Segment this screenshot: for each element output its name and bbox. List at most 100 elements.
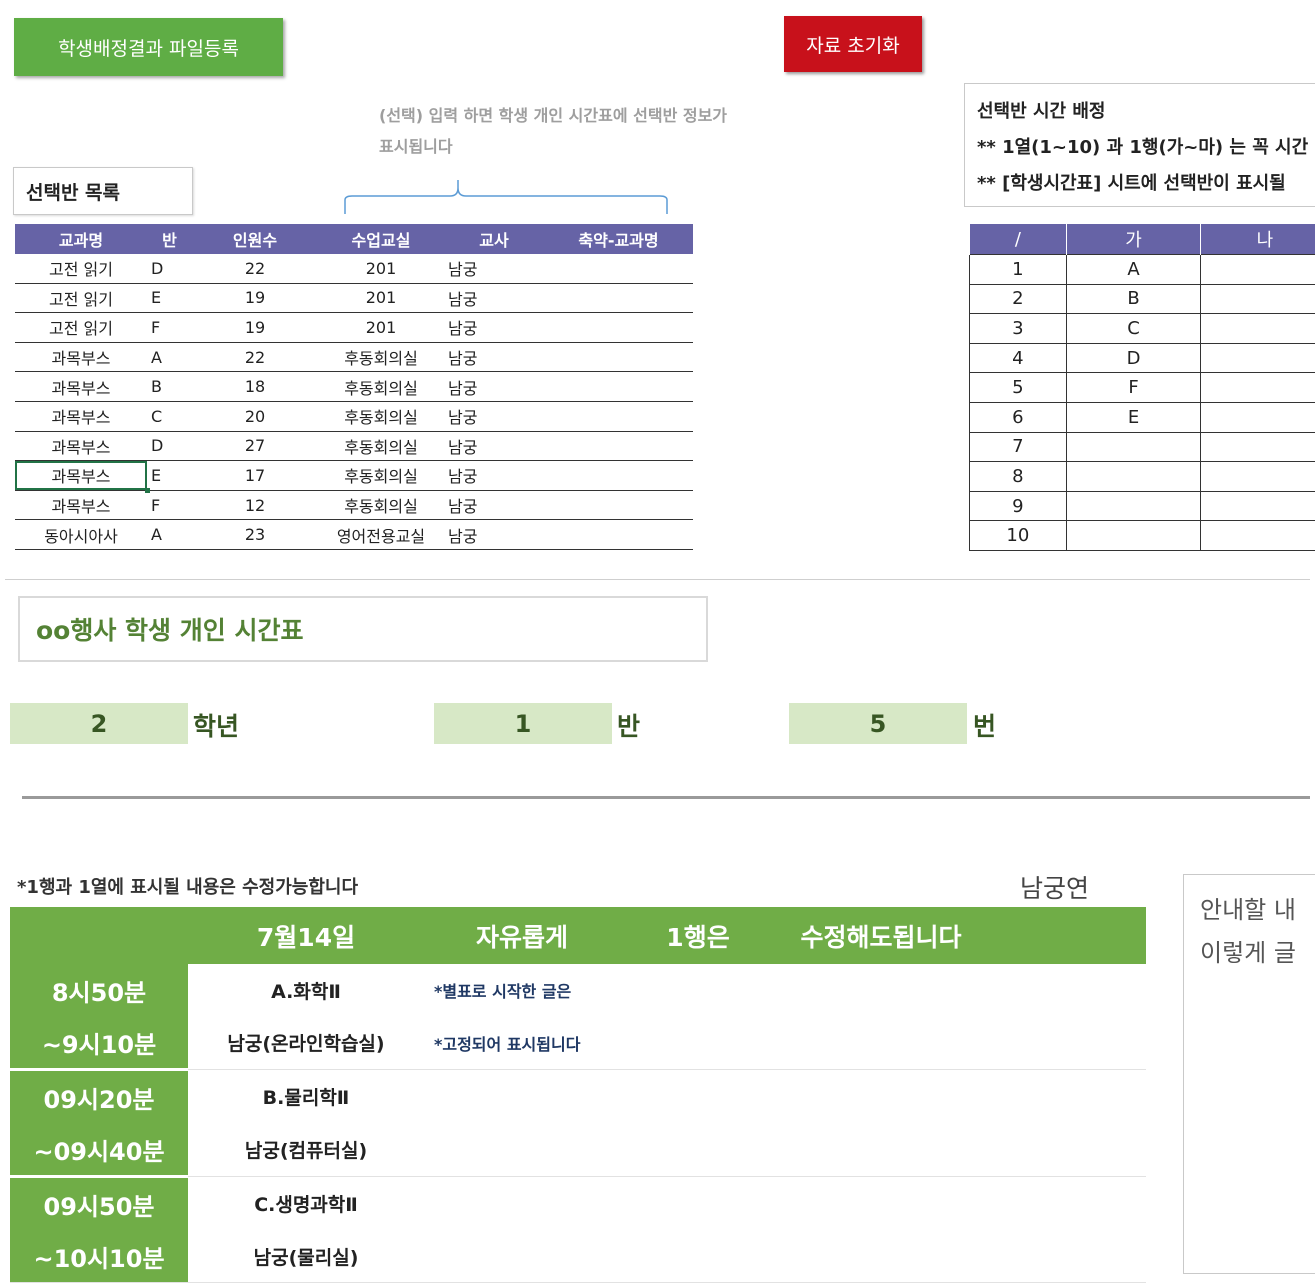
table-cell[interactable]: 과목부스: [15, 401, 147, 431]
table-cell[interactable]: 남궁: [444, 313, 544, 343]
memo-cell[interactable]: [424, 1123, 1146, 1177]
table-cell[interactable]: 남궁: [444, 254, 544, 283]
table-cell[interactable]: [1201, 343, 1315, 373]
table-cell[interactable]: 남궁: [444, 283, 544, 313]
table-cell[interactable]: A: [1066, 255, 1201, 285]
subject-cell[interactable]: A.화학Ⅱ: [188, 964, 424, 1016]
table-cell[interactable]: 남궁: [444, 461, 544, 491]
col-header[interactable]: 반: [147, 224, 192, 254]
time-start[interactable]: 8시50분: [10, 964, 188, 1016]
table-cell[interactable]: E: [147, 461, 192, 491]
subject-cell[interactable]: B.물리학Ⅱ: [188, 1070, 424, 1124]
table-cell[interactable]: B: [147, 372, 192, 402]
table-cell[interactable]: 201: [318, 283, 444, 313]
table-cell[interactable]: [1066, 462, 1201, 492]
table-cell[interactable]: [544, 283, 693, 313]
table-cell[interactable]: 과목부스: [15, 372, 147, 402]
table-cell[interactable]: [544, 431, 693, 461]
col-header[interactable]: 나: [1201, 224, 1315, 255]
class-input[interactable]: 1: [434, 703, 612, 744]
table-cell[interactable]: 후동회의실: [318, 401, 444, 431]
header-cell[interactable]: 자유롭게: [424, 907, 620, 964]
table-cell[interactable]: 18: [192, 372, 318, 402]
table-cell[interactable]: 남궁: [444, 431, 544, 461]
table-cell[interactable]: 후동회의실: [318, 372, 444, 402]
table-cell[interactable]: [1066, 491, 1201, 521]
time-end[interactable]: ~09시40분: [10, 1123, 188, 1177]
table-cell[interactable]: C: [147, 401, 192, 431]
table-cell[interactable]: 4: [970, 343, 1067, 373]
col-header[interactable]: 수업교실: [318, 224, 444, 254]
col-header[interactable]: 교과명: [15, 224, 147, 254]
table-cell[interactable]: [544, 401, 693, 431]
table-cell[interactable]: [1201, 491, 1315, 521]
table-cell[interactable]: 27: [192, 431, 318, 461]
table-cell[interactable]: 19: [192, 283, 318, 313]
table-cell[interactable]: 과목부스: [15, 490, 147, 520]
subject-cell[interactable]: C.생명과학Ⅱ: [188, 1177, 424, 1231]
table-cell[interactable]: 남궁: [444, 372, 544, 402]
table-cell[interactable]: A: [147, 520, 192, 550]
table-cell[interactable]: [1201, 462, 1315, 492]
time-start[interactable]: 09시50분: [10, 1177, 188, 1231]
table-cell[interactable]: 남궁: [444, 520, 544, 550]
table-cell[interactable]: 9: [970, 491, 1067, 521]
table-cell[interactable]: 과목부스: [15, 342, 147, 372]
table-cell[interactable]: [544, 372, 693, 402]
table-cell[interactable]: 19: [192, 313, 318, 343]
table-cell[interactable]: 1: [970, 255, 1067, 285]
table-cell[interactable]: [1201, 373, 1315, 403]
table-cell[interactable]: 10: [970, 521, 1067, 551]
memo-cell[interactable]: [424, 1070, 1146, 1124]
table-cell[interactable]: 후동회의실: [318, 490, 444, 520]
table-cell[interactable]: 22: [192, 254, 318, 283]
table-cell[interactable]: 201: [318, 254, 444, 283]
table-cell[interactable]: 후동회의실: [318, 461, 444, 491]
table-cell[interactable]: C: [1066, 314, 1201, 344]
table-cell[interactable]: 201: [318, 313, 444, 343]
memo-cell[interactable]: *별표로 시작한 글은: [424, 964, 1146, 1016]
room-cell[interactable]: 남궁(물리실): [188, 1230, 424, 1283]
memo-cell[interactable]: [424, 1230, 1146, 1283]
header-cell[interactable]: 수정해도됩니다: [776, 907, 986, 964]
col-header[interactable]: 가: [1066, 224, 1201, 255]
table-cell[interactable]: 동아시아사: [15, 520, 147, 550]
table-cell[interactable]: 남궁: [444, 490, 544, 520]
table-cell[interactable]: D: [147, 254, 192, 283]
table-cell[interactable]: D: [1066, 343, 1201, 373]
table-cell[interactable]: [1201, 255, 1315, 285]
table-cell[interactable]: 12: [192, 490, 318, 520]
table-cell[interactable]: [1201, 432, 1315, 462]
table-cell[interactable]: 고전 읽기: [15, 313, 147, 343]
table-cell[interactable]: [544, 342, 693, 372]
table-cell[interactable]: 2: [970, 284, 1067, 314]
header-cell[interactable]: [986, 907, 1146, 964]
time-start[interactable]: 09시20분: [10, 1070, 188, 1124]
number-input[interactable]: 5: [789, 703, 967, 744]
upload-result-file-button[interactable]: 학생배정결과 파일등록: [14, 18, 283, 76]
time-end[interactable]: ~10시10분: [10, 1230, 188, 1283]
table-cell[interactable]: [544, 520, 693, 550]
table-cell[interactable]: 7: [970, 432, 1067, 462]
table-cell[interactable]: [1066, 432, 1201, 462]
table-cell[interactable]: [544, 461, 693, 491]
table-cell[interactable]: [544, 313, 693, 343]
col-header[interactable]: 축약-교과명: [544, 224, 693, 254]
table-cell[interactable]: A: [147, 342, 192, 372]
room-cell[interactable]: 남궁(온라인학습실): [188, 1016, 424, 1070]
table-cell[interactable]: 남궁: [444, 401, 544, 431]
table-cell[interactable]: 23: [192, 520, 318, 550]
table-cell[interactable]: 20: [192, 401, 318, 431]
table-cell[interactable]: B: [1066, 284, 1201, 314]
col-header[interactable]: /: [970, 224, 1067, 255]
time-end[interactable]: ~9시10분: [10, 1016, 188, 1070]
table-cell[interactable]: 과목부스: [15, 461, 147, 491]
room-cell[interactable]: 남궁(컴퓨터실): [188, 1123, 424, 1177]
table-cell[interactable]: 5: [970, 373, 1067, 403]
table-cell[interactable]: E: [147, 283, 192, 313]
table-cell[interactable]: [544, 490, 693, 520]
table-cell[interactable]: 3: [970, 314, 1067, 344]
grade-input[interactable]: 2: [10, 703, 188, 744]
table-cell[interactable]: D: [147, 431, 192, 461]
header-cell[interactable]: [10, 907, 188, 964]
